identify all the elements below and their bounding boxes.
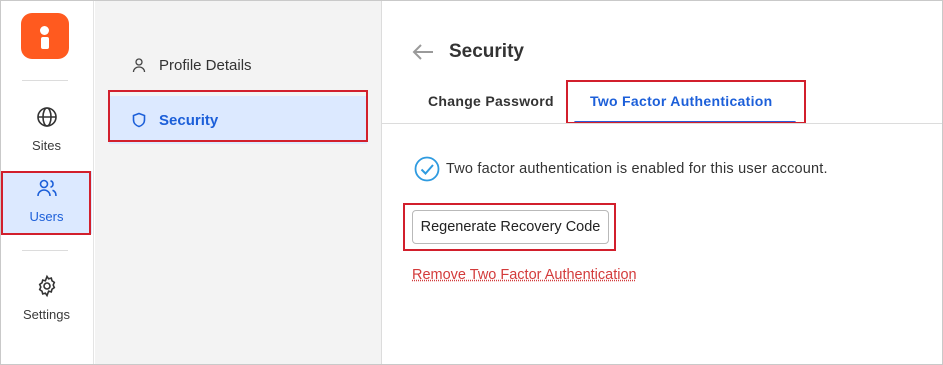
brand-logo[interactable]	[21, 13, 69, 59]
gear-icon	[38, 274, 55, 298]
icon-rail: Sites Users Settings	[1, 1, 94, 364]
sidebar-item-profile-details[interactable]: Profile Details	[109, 41, 367, 89]
page-title: Security	[449, 41, 524, 62]
highlight-regen-button	[403, 203, 616, 251]
main-content: Security Change Password Two Factor Auth…	[382, 1, 942, 364]
person-icon	[132, 58, 146, 73]
rail-item-label: Sites	[32, 138, 61, 153]
status-message: Two factor authentication is enabled for…	[414, 156, 828, 182]
logo-dot	[40, 26, 49, 35]
status-text: Two factor authentication is enabled for…	[446, 161, 828, 177]
check-circle-icon	[414, 156, 440, 182]
tab-change-password[interactable]: Change Password	[428, 93, 554, 109]
highlight-security	[108, 90, 368, 142]
rail-item-sites[interactable]: Sites	[1, 105, 92, 165]
sidebar-item-label: Profile Details	[159, 56, 252, 74]
rail-item-label: Settings	[23, 307, 70, 322]
logo-stem	[40, 37, 49, 49]
remove-two-factor-link[interactable]: Remove Two Factor Authentication	[412, 267, 637, 283]
settings-sidebar: Profile Details Security	[95, 1, 382, 364]
back-arrow-icon[interactable]	[412, 43, 434, 61]
globe-icon	[36, 107, 57, 127]
highlight-users	[1, 171, 91, 235]
rail-item-settings[interactable]: Settings	[1, 274, 92, 334]
rail-divider	[22, 80, 68, 81]
highlight-2fa-tab	[566, 80, 806, 124]
rail-divider	[22, 250, 68, 251]
tabs-divider	[382, 123, 942, 124]
